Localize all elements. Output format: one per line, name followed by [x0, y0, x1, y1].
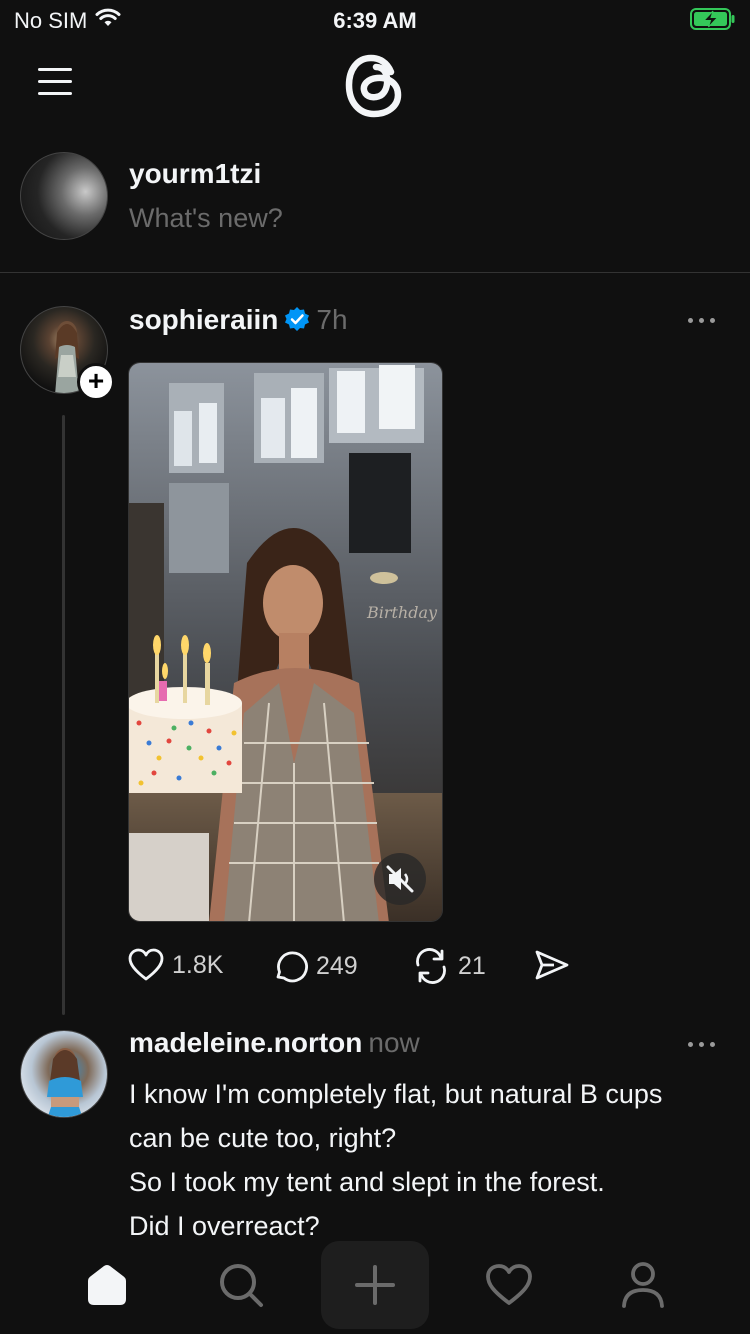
search-icon — [220, 1264, 263, 1307]
tab-search[interactable] — [186, 1240, 296, 1330]
post-text-line: I know I'm completely flat, but natural … — [129, 1079, 663, 1153]
bottom-tab-bar — [0, 1240, 750, 1334]
tab-activity[interactable] — [454, 1240, 564, 1330]
plus-icon — [355, 1265, 395, 1305]
post-text: I know I'm completely flat, but natural … — [129, 1072, 709, 1248]
tab-profile[interactable] — [588, 1240, 698, 1330]
home-icon — [88, 1265, 126, 1305]
profile-icon — [622, 1262, 664, 1308]
post-time: now — [368, 1027, 420, 1058]
more-options-button[interactable] — [688, 1040, 718, 1050]
thread-post: madeleine.norton now I know I'm completel… — [0, 0, 750, 1241]
post-author[interactable]: madeleine.norton now — [129, 1027, 420, 1059]
tab-create[interactable] — [321, 1241, 429, 1329]
tab-home[interactable] — [52, 1240, 162, 1330]
post-text-line: So I took my tent and slept in the fores… — [129, 1167, 605, 1197]
heart-icon — [486, 1264, 532, 1305]
avatar[interactable] — [20, 1030, 108, 1118]
username[interactable]: madeleine.norton — [129, 1027, 362, 1058]
